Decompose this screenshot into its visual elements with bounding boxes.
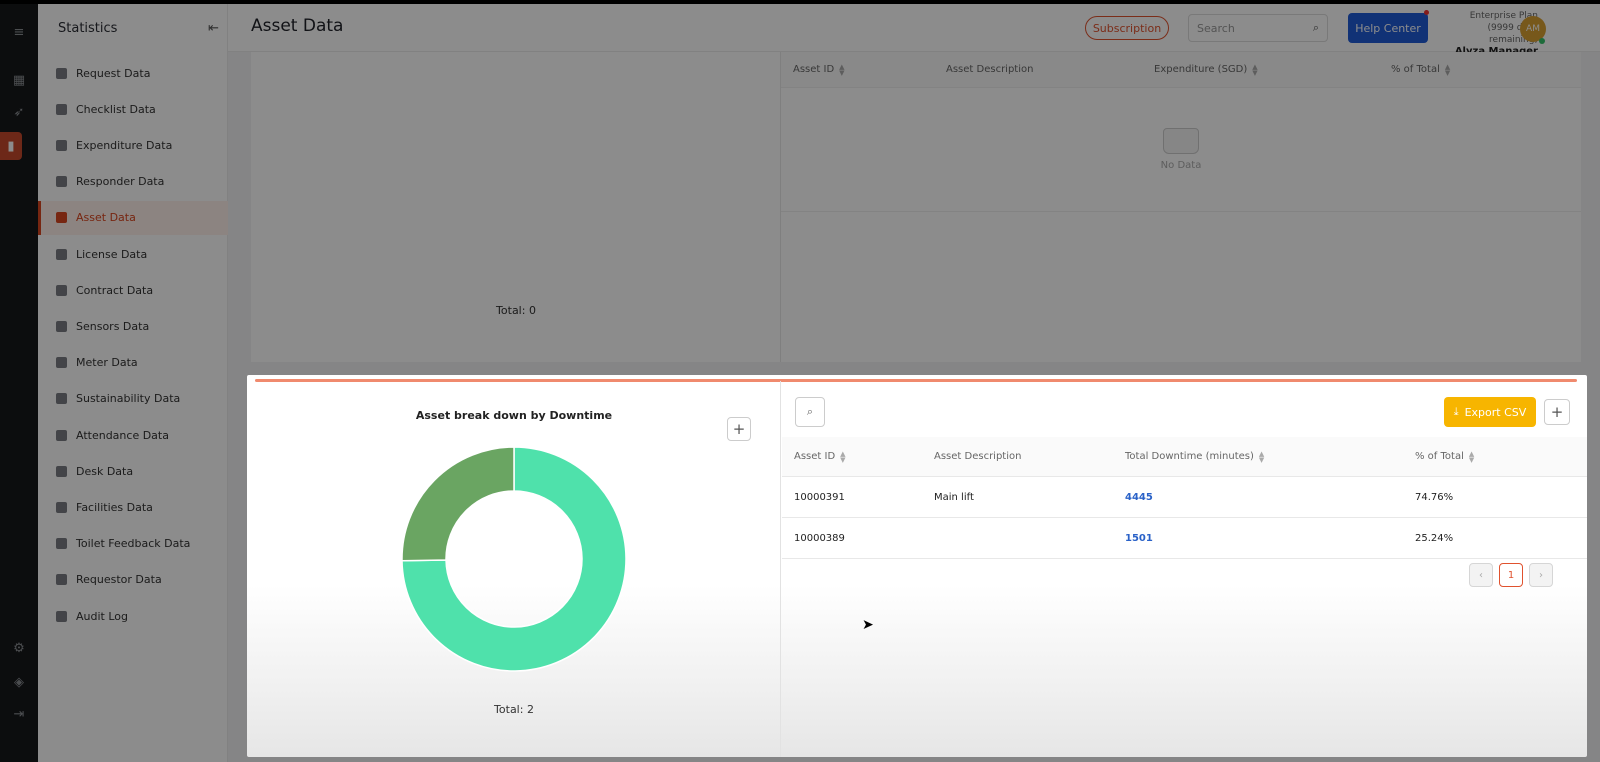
downtime-link[interactable]: 4445 [1125,477,1153,517]
downtime-donut-chart [401,446,627,672]
col-label: % of Total [1415,451,1464,462]
expand-chart-button[interactable]: + [727,417,751,441]
add-button[interactable]: + [1544,399,1570,425]
search-icon: ⌕ [806,405,814,418]
sort-icon: ▲ ▼ [1258,449,1265,464]
downtime-chart-panel: Asset break down by Downtime + Total: 2 [247,381,781,757]
page-number-button[interactable]: 1 [1499,563,1523,587]
downtime-link[interactable]: 1501 [1125,518,1153,558]
downtime-table-header: Asset ID ▲ ▼ Asset Description Total Downt… [782,437,1587,477]
table-row[interactable]: 10000389 1501 25.24% [782,518,1587,559]
donut-slice-10000389[interactable] [401,446,515,562]
col-label: Asset Description [934,451,1022,462]
table-row[interactable]: 10000391 Main lift 4445 74.76% [782,477,1587,518]
next-page-button[interactable]: › [1529,563,1553,587]
col-total-downtime[interactable]: Total Downtime (minutes) ▲ ▼ [1125,437,1264,476]
table-search-button[interactable]: ⌕ [795,397,825,427]
pagination: ‹ 1 › [1463,563,1553,587]
col-asset-description: Asset Description [934,437,1021,476]
percent-cell: 74.76% [1415,491,1454,503]
downtime-table-panel: ⌕ ⤓ Export CSV + Asset ID ▲ ▼ Asset Descri… [782,381,1587,757]
col-label: Total Downtime (minutes) [1125,451,1254,462]
download-icon: ⤓ [1453,405,1459,418]
asset-id-cell: 10000391 [794,491,845,503]
downtime-modal: Asset break down by Downtime + Total: 2 … [247,375,1587,757]
chart-title: Asset break down by Downtime [415,409,613,422]
percent-cell: 25.24% [1415,532,1454,544]
asset-description-cell: Main lift [934,491,974,503]
app-window: ≡ ▦ ➶ ▮ ⚙ ◈ ⇥ Statistics ⇤ Request Data C… [0,4,1600,762]
mouse-cursor-icon: ➤ [862,617,874,633]
chart-total: Total: 2 [494,703,534,716]
export-csv-button[interactable]: ⤓ Export CSV [1444,397,1536,427]
sort-icon: ▲ ▼ [1468,449,1475,464]
col-asset-id[interactable]: Asset ID ▲ ▼ [794,437,846,476]
asset-id-cell: 10000389 [794,532,845,544]
export-label: Export CSV [1464,405,1527,419]
prev-page-button[interactable]: ‹ [1469,563,1493,587]
col-percent-total[interactable]: % of Total ▲ ▼ [1415,437,1474,476]
col-label: Asset ID [794,451,836,462]
sort-icon: ▲ ▼ [840,449,846,464]
